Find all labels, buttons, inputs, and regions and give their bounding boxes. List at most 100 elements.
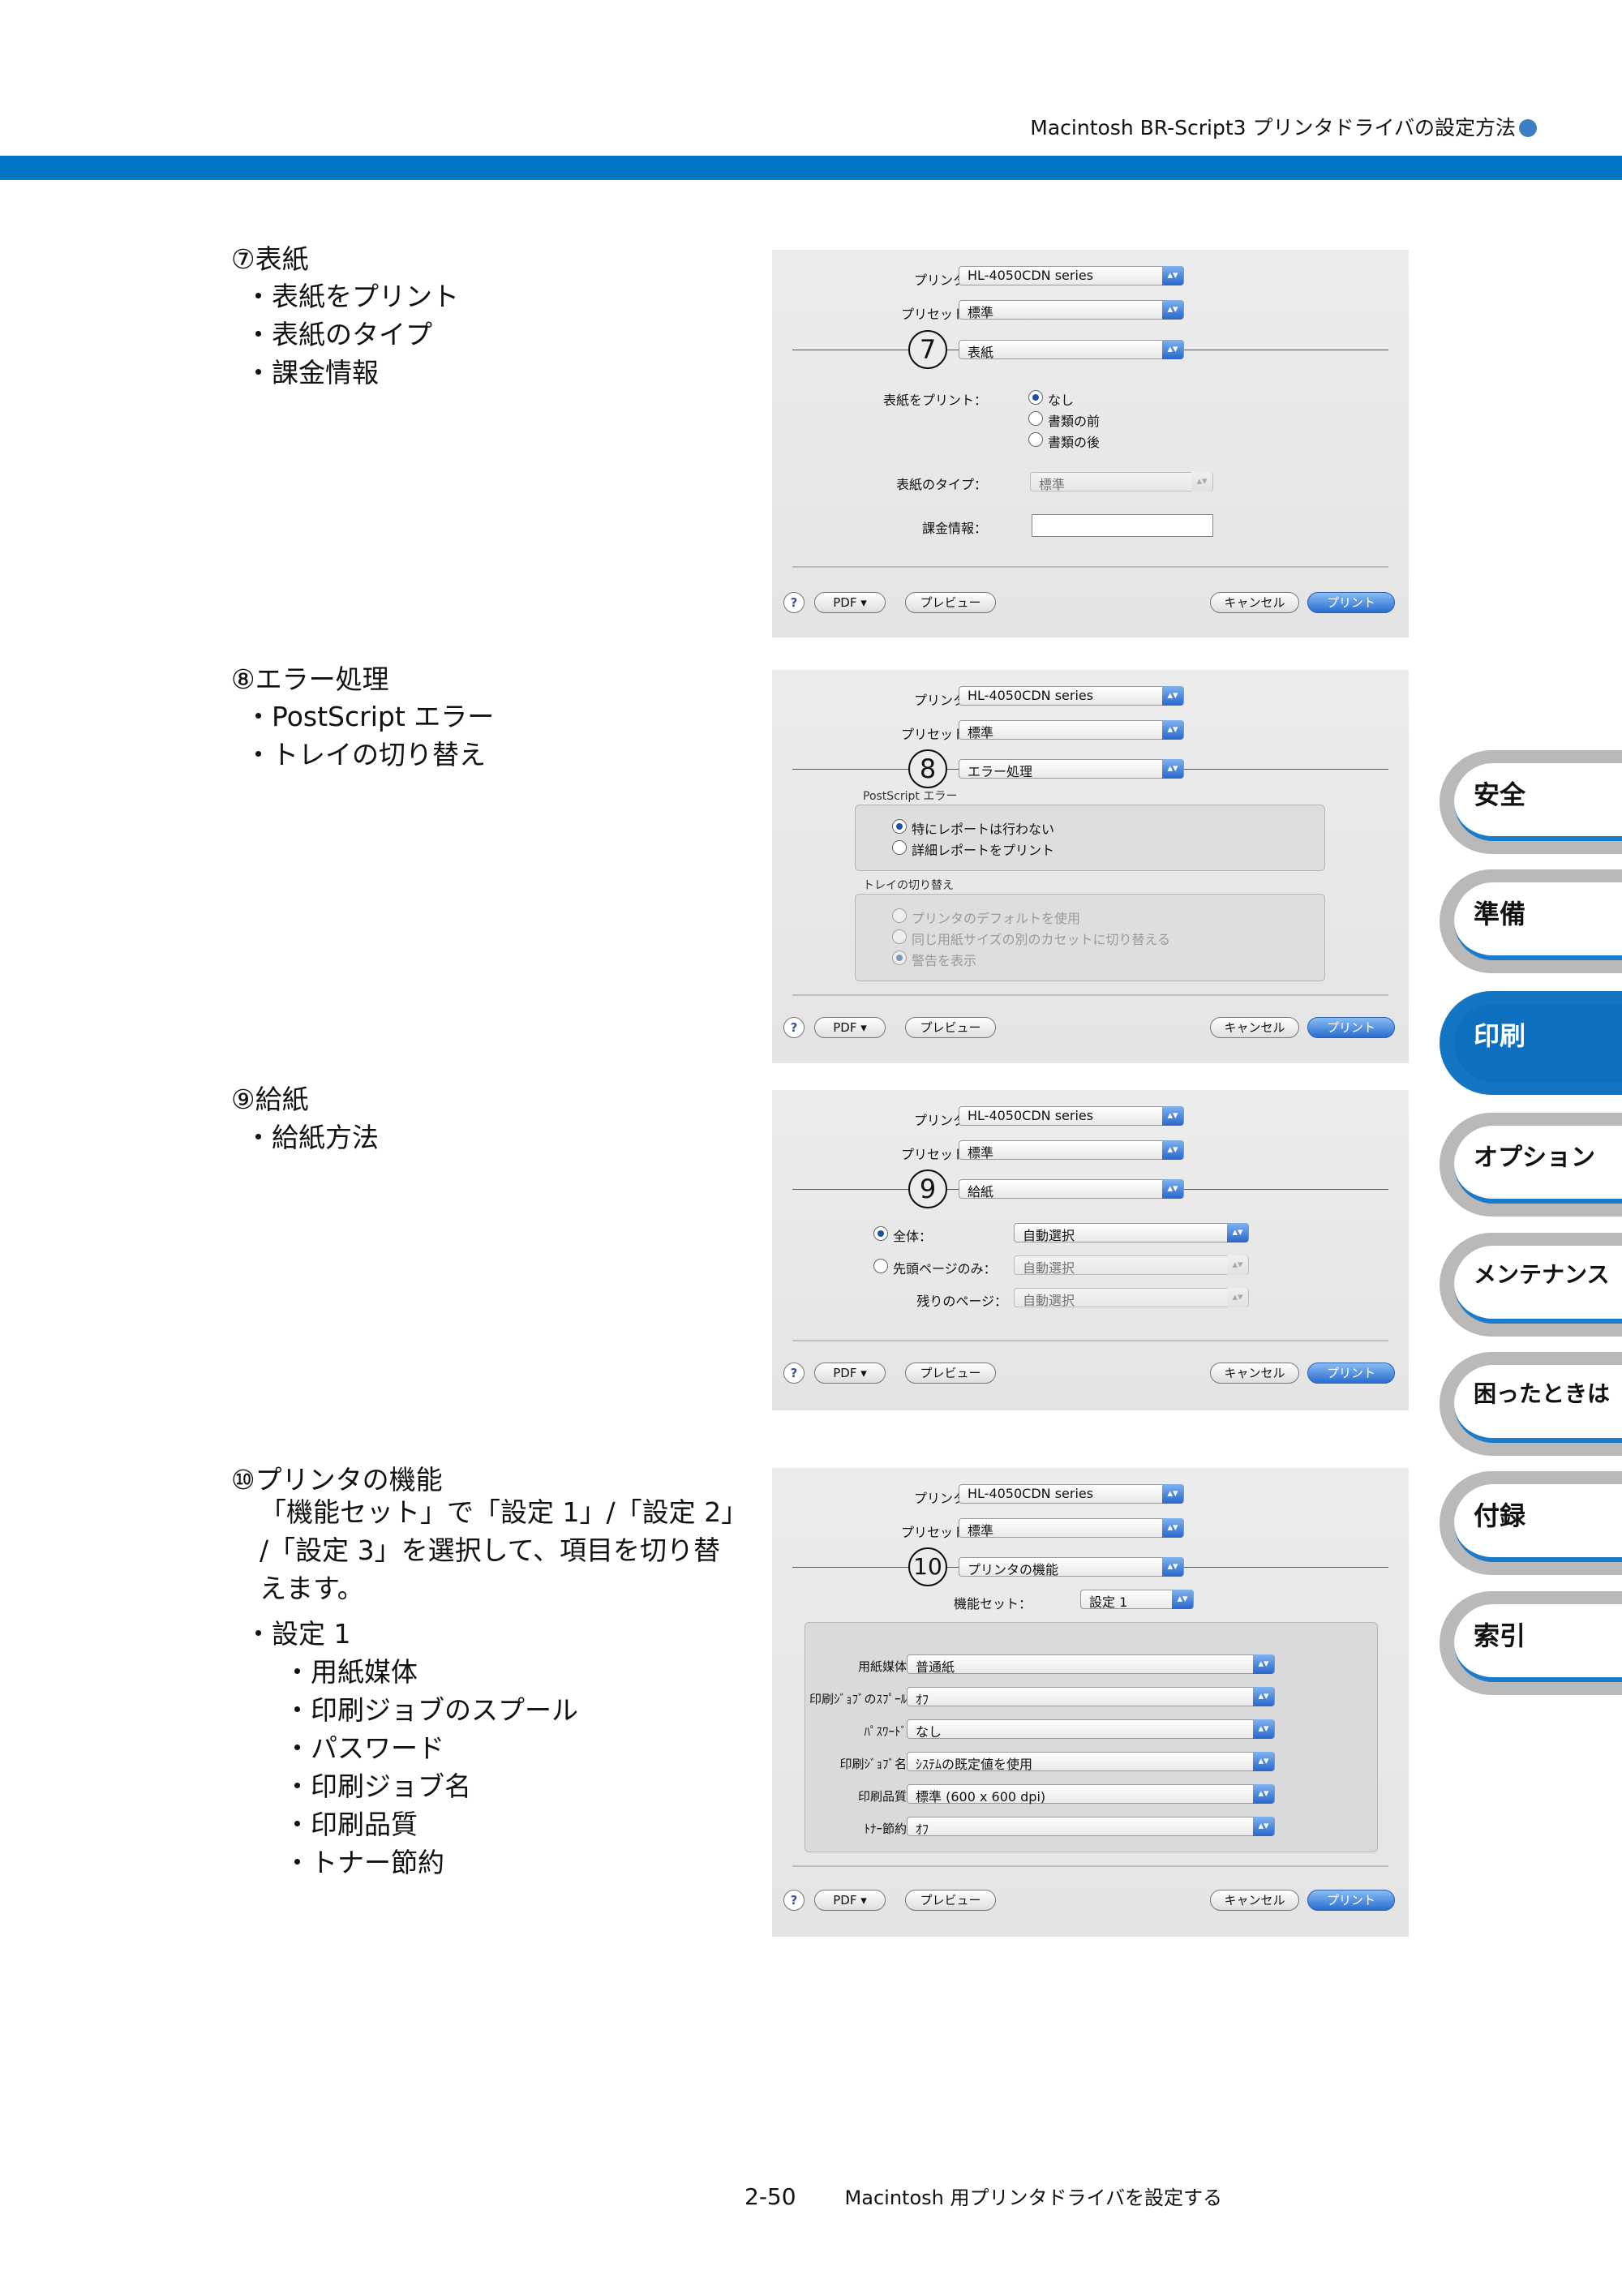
feature-set-label: 機能セット： xyxy=(953,1596,1032,1611)
password-select[interactable]: なし ▴▾ xyxy=(907,1719,1275,1740)
cover-type-value: 標準 xyxy=(1039,477,1066,492)
help-button[interactable]: ? xyxy=(783,592,805,613)
sub-bullet-item: 印刷ジョブのスプール xyxy=(284,1689,578,1727)
radio-detailed-report[interactable] xyxy=(892,840,907,855)
help-button[interactable]: ? xyxy=(783,1017,805,1038)
cover-type-select[interactable]: 標準 ▴▾ xyxy=(1030,472,1213,492)
header-bar xyxy=(0,156,1622,180)
popup-arrows-icon: ▴▾ xyxy=(1227,1255,1248,1275)
feature-row-label: 印刷品質: xyxy=(857,1789,911,1804)
radio-label: 書類の前 xyxy=(1048,414,1101,429)
help-button[interactable]: ? xyxy=(783,1363,805,1384)
preset-select[interactable]: 標準 ▴▾ xyxy=(959,720,1184,740)
sub-bullet-item: 用紙媒体 xyxy=(284,1650,418,1689)
callout-marker: 9 xyxy=(908,1169,947,1208)
preview-button[interactable]: プレビュー xyxy=(905,1363,996,1384)
tab-safety[interactable]: 安全 xyxy=(1440,750,1622,854)
print-dialog-error-handling: プリンタ： HL-4050CDN series ▴▾ プリセット： 標準 ▴▾ 8 … xyxy=(772,670,1409,1063)
tab-appendix[interactable]: 付録 xyxy=(1440,1471,1622,1575)
printer-select[interactable]: HL-4050CDN series ▴▾ xyxy=(959,1484,1184,1504)
print-button[interactable]: プリント xyxy=(1307,1890,1395,1911)
radio-label: 警告を表示 xyxy=(912,953,977,968)
print-quality-select[interactable]: 標準 (600 x 600 dpi) ▴▾ xyxy=(907,1784,1275,1805)
pane-select[interactable]: プリンタの機能 ▴▾ xyxy=(959,1557,1184,1577)
pane-value: 表紙 xyxy=(968,345,994,360)
radio-label: 同じ用紙サイズの別のカセットに切り替える xyxy=(912,932,1171,947)
tab-label: オプション xyxy=(1474,1144,1595,1172)
tab-label: メンテナンス xyxy=(1474,1261,1610,1288)
preset-select[interactable]: 標準 ▴▾ xyxy=(959,1518,1184,1539)
printer-select[interactable]: HL-4050CDN series ▴▾ xyxy=(959,686,1184,706)
preset-value: 標準 xyxy=(968,725,994,740)
pdf-button[interactable]: PDF ▾ xyxy=(814,1017,886,1038)
feature-set-select[interactable]: 設定 1 ▴▾ xyxy=(1080,1590,1194,1610)
pane-select[interactable]: 給紙 ▴▾ xyxy=(959,1179,1184,1199)
radio-cover-after[interactable] xyxy=(1028,432,1043,447)
preview-button[interactable]: プレビュー xyxy=(905,1017,996,1038)
feature-row-label: 用紙媒体: xyxy=(857,1659,911,1674)
pane-select[interactable]: エラー処理 ▴▾ xyxy=(959,759,1184,779)
radio-show-warning[interactable] xyxy=(892,951,907,965)
preview-button[interactable]: プレビュー xyxy=(905,1890,996,1911)
popup-arrows-icon: ▴▾ xyxy=(1253,1752,1274,1771)
tab-label: 安全 xyxy=(1474,779,1526,810)
tab-index[interactable]: 索引 xyxy=(1440,1591,1622,1695)
print-dialog-cover: プリンタ： HL-4050CDN series ▴▾ プリセット： 標準 ▴▾ 7 … xyxy=(772,250,1409,637)
popup-arrows-icon: ▴▾ xyxy=(1162,340,1183,359)
paper-type-select[interactable]: 普通紙 ▴▾ xyxy=(907,1654,1275,1675)
preview-button[interactable]: プレビュー xyxy=(905,592,996,613)
popup-arrows-icon: ▴▾ xyxy=(1162,300,1183,320)
tab-label: 困ったときは xyxy=(1474,1380,1611,1407)
pdf-button[interactable]: PDF ▾ xyxy=(814,592,886,613)
help-button[interactable]: ? xyxy=(783,1890,805,1911)
section-number: ⑧ xyxy=(231,663,255,695)
billing-input[interactable] xyxy=(1032,514,1213,537)
cancel-button[interactable]: キャンセル xyxy=(1210,592,1299,613)
radio-printer-default[interactable] xyxy=(892,908,907,923)
tab-maintenance[interactable]: メンテナンス xyxy=(1440,1233,1622,1337)
job-name-select[interactable]: ｼｽﾃﾑの既定値を使用 ▴▾ xyxy=(907,1752,1275,1772)
section-number: ⑦ xyxy=(231,243,255,275)
tab-printing[interactable]: 印刷 xyxy=(1440,991,1622,1095)
section-title-text: プリンタの機能 xyxy=(255,1464,443,1496)
bullet-dot-icon xyxy=(1519,119,1537,137)
radio-all-pages[interactable] xyxy=(873,1226,888,1241)
cancel-button[interactable]: キャンセル xyxy=(1210,1017,1299,1038)
printer-select[interactable]: HL-4050CDN series ▴▾ xyxy=(959,1106,1184,1126)
radio-cover-none[interactable] xyxy=(1028,390,1043,405)
popup-arrows-icon: ▴▾ xyxy=(1162,720,1183,740)
preset-select[interactable]: 標準 ▴▾ xyxy=(959,1140,1184,1161)
print-button[interactable]: プリント xyxy=(1307,592,1395,613)
radio-cover-before[interactable] xyxy=(1028,411,1043,426)
tab-options[interactable]: オプション xyxy=(1440,1113,1622,1217)
preset-select[interactable]: 標準 ▴▾ xyxy=(959,300,1184,320)
printer-select[interactable]: HL-4050CDN series ▴▾ xyxy=(959,266,1184,285)
pdf-button[interactable]: PDF ▾ xyxy=(814,1890,886,1911)
feature-row-label: 印刷ｼﾞｮﾌﾞ名: xyxy=(839,1757,911,1771)
first-page-select[interactable]: 自動選択 ▴▾ xyxy=(1014,1255,1249,1276)
job-spool-select[interactable]: ｵﾌ ▴▾ xyxy=(907,1687,1275,1707)
radio-label: プリンタのデフォルトを使用 xyxy=(912,911,1081,926)
all-pages-select[interactable]: 自動選択 ▴▾ xyxy=(1014,1223,1249,1243)
sub-bullet-item: 印刷品質 xyxy=(284,1803,418,1842)
pane-select[interactable]: 表紙 ▴▾ xyxy=(959,340,1184,360)
toner-save-select[interactable]: ｵﾌ ▴▾ xyxy=(907,1817,1275,1837)
radio-no-report[interactable] xyxy=(892,819,907,834)
tab-label: 索引 xyxy=(1474,1620,1526,1651)
radio-first-page[interactable] xyxy=(873,1259,888,1273)
remaining-pages-value: 自動選択 xyxy=(1023,1293,1075,1308)
tab-preparation[interactable]: 準備 xyxy=(1440,869,1622,973)
popup-arrows-icon: ▴▾ xyxy=(1227,1288,1248,1307)
radio-switch-cassette[interactable] xyxy=(892,929,907,944)
pdf-button[interactable]: PDF ▾ xyxy=(814,1363,886,1384)
print-button[interactable]: プリント xyxy=(1307,1017,1395,1038)
preset-value: 標準 xyxy=(968,1145,994,1161)
feature-row-label: ﾊﾟｽﾜｰﾄﾞ: xyxy=(864,1724,911,1739)
radio-label: 詳細レポートをプリント xyxy=(912,843,1055,858)
print-button[interactable]: プリント xyxy=(1307,1363,1395,1384)
printer-value: HL-4050CDN series xyxy=(968,1486,1094,1501)
tab-troubleshooting[interactable]: 困ったときは xyxy=(1440,1352,1622,1456)
remaining-pages-select[interactable]: 自動選択 ▴▾ xyxy=(1014,1288,1249,1308)
cancel-button[interactable]: キャンセル xyxy=(1210,1890,1299,1911)
cancel-button[interactable]: キャンセル xyxy=(1210,1363,1299,1384)
